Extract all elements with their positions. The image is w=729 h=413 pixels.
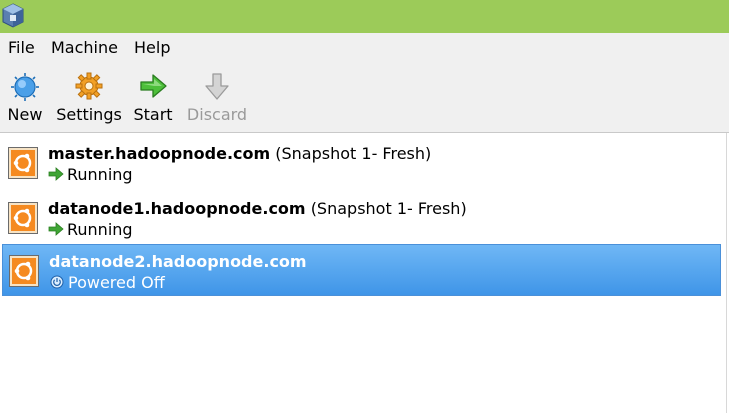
vm-snapshot: (Snapshot 1- Fresh) [310,199,467,218]
ubuntu-os-icon [8,202,38,234]
new-button[interactable]: New [4,63,46,132]
vm-status: Powered Off [49,273,165,293]
menu-bar: File Machine Help [0,33,729,63]
virtualbox-logo-icon [2,3,24,28]
new-label: New [7,105,43,124]
vm-snapshot: (Snapshot 1- Fresh) [275,144,432,163]
toolbar: New Settings Start Discard [0,63,729,133]
vm-name: master.hadoopnode.com [48,144,271,163]
vm-name: datanode2.hadoopnode.com [49,252,307,271]
ubuntu-os-icon [8,147,38,179]
vm-status: Running [48,220,133,240]
vm-status-text: Powered Off [68,273,165,292]
start-arrow-icon [140,74,167,98]
vm-name: datanode1.hadoopnode.com [48,199,306,218]
settings-label: Settings [56,105,122,124]
gear-icon [75,72,103,100]
menu-file[interactable]: File [8,38,35,58]
discard-arrow-icon [205,73,229,100]
power-off-icon [50,275,64,289]
discard-button[interactable]: Discard [186,63,248,132]
vm-title: master.hadoopnode.com (Snapshot 1- Fresh… [48,144,431,164]
vm-row-datanode1[interactable]: datanode1.hadoopnode.com (Snapshot 1- Fr… [2,192,721,244]
vm-row-master[interactable]: master.hadoopnode.com (Snapshot 1- Fresh… [2,137,721,189]
title-bar [0,0,729,33]
menu-machine[interactable]: Machine [51,38,118,58]
vm-status-text: Running [67,165,133,184]
start-label: Start [133,105,173,124]
vm-title: datanode1.hadoopnode.com (Snapshot 1- Fr… [48,199,467,219]
discard-label: Discard [186,105,248,124]
running-arrow-icon [48,222,64,236]
vm-title: datanode2.hadoopnode.com [49,252,307,272]
vm-row-datanode2[interactable]: datanode2.hadoopnode.com Powered Off [2,244,721,296]
vm-status-text: Running [67,220,133,239]
new-machine-icon [11,73,39,101]
ubuntu-os-icon [9,255,39,287]
menu-help[interactable]: Help [134,38,170,58]
vm-list: master.hadoopnode.com (Snapshot 1- Fresh… [0,133,729,413]
start-button[interactable]: Start [132,63,174,132]
settings-button[interactable]: Settings [56,63,122,132]
list-right-edge [726,133,727,413]
running-arrow-icon [48,167,64,181]
vm-status: Running [48,165,133,185]
